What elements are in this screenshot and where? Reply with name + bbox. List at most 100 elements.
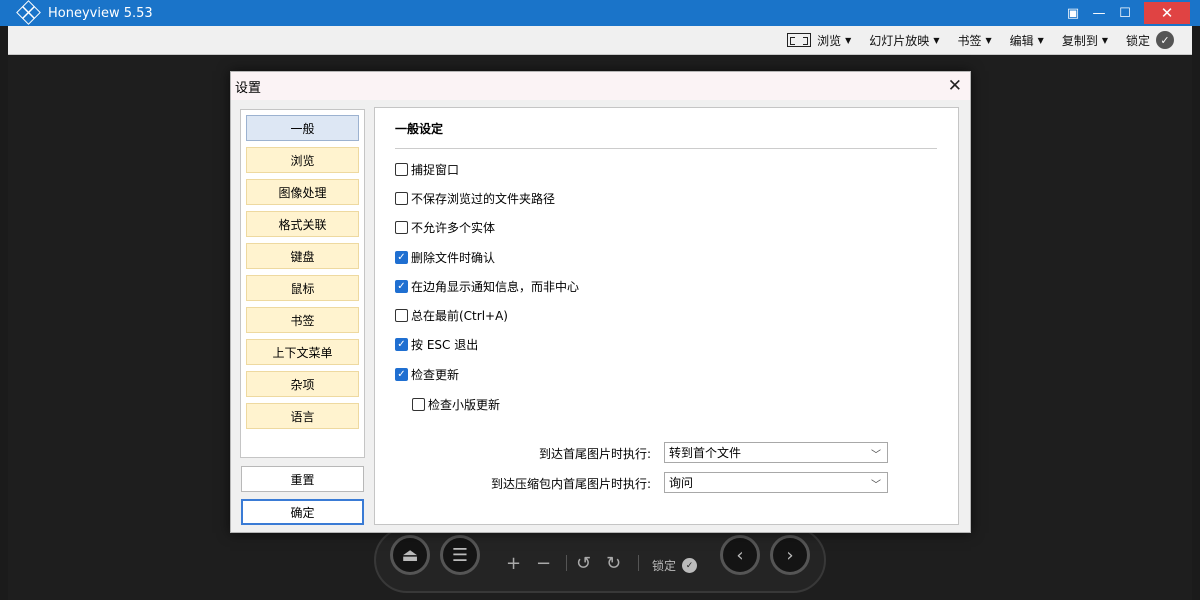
fullscreen-icon[interactable]: ▣: [1060, 0, 1086, 26]
checkbox[interactable]: [395, 192, 408, 205]
nav-general[interactable]: 一般: [246, 115, 359, 141]
maximize-button[interactable]: ☐: [1112, 0, 1138, 26]
checkbox[interactable]: [395, 163, 408, 176]
nav-label: 上下文菜单: [272, 345, 333, 360]
rotate-right-icon[interactable]: ↻: [606, 553, 621, 574]
toolbar-browse-menu[interactable]: 浏览 ▼: [787, 32, 851, 49]
end-of-archive-select[interactable]: 询问 ﹀: [664, 472, 888, 493]
checkbox[interactable]: [395, 309, 408, 322]
fit-window-icon: [787, 33, 812, 47]
option-label: 检查更新: [411, 368, 460, 382]
nav-label: 图像处理: [278, 185, 327, 200]
option-label: 删除文件时确认: [411, 251, 496, 265]
nav-label: 杂项: [290, 377, 315, 392]
toolbar-bookmark-label: 书签: [957, 33, 982, 48]
separator: [638, 555, 639, 571]
checkbox-checked[interactable]: ✓: [395, 251, 408, 264]
toolbar-edit-label: 编辑: [1009, 33, 1034, 48]
dialog-titlebar: 设置 ✕: [231, 72, 970, 100]
zoom-in-icon[interactable]: +: [506, 553, 521, 574]
nav-file-association[interactable]: 格式关联: [246, 211, 359, 237]
option-corner-notifications[interactable]: ✓ 在边角显示通知信息，而非中心: [395, 278, 579, 295]
checkbox-checked[interactable]: ✓: [395, 368, 408, 381]
section-divider: [395, 148, 937, 149]
dropdown-caret-icon: ▼: [845, 35, 852, 45]
controller-lock-label: 锁定: [652, 559, 677, 573]
eject-icon[interactable]: ⏏: [390, 535, 430, 575]
checkbox-checked[interactable]: ✓: [395, 338, 408, 351]
nav-bookmarks[interactable]: 书签: [246, 307, 359, 333]
checkbox[interactable]: [395, 221, 408, 234]
toolbar-copyto-label: 复制到: [1061, 33, 1098, 48]
dialog-close-icon[interactable]: ✕: [948, 76, 962, 96]
chevron-down-icon: ﹀: [871, 450, 881, 461]
checkbox-checked[interactable]: ✓: [395, 280, 408, 293]
rotate-left-icon[interactable]: ↺: [576, 553, 591, 574]
dropdown-caret-icon: ▼: [985, 35, 992, 45]
bottom-controller: ⏏ ☰ + − ↺ ↻ 锁定 ✓ ‹ ›: [374, 527, 826, 593]
toolbar-browse-label: 浏览: [817, 33, 842, 48]
toolbar-lock-button[interactable]: 锁定 ✓: [1126, 31, 1174, 49]
nav-label: 浏览: [290, 153, 315, 168]
nav-context-menu[interactable]: 上下文菜单: [246, 339, 359, 365]
window-controls: ▣ — ☐ ✕: [1060, 0, 1200, 26]
option-confirm-delete[interactable]: ✓ 删除文件时确认: [395, 249, 495, 266]
reset-label: 重置: [290, 472, 315, 487]
nav-label: 鼠标: [290, 281, 315, 296]
ok-button[interactable]: 确定: [241, 499, 364, 525]
previous-icon[interactable]: ‹: [720, 535, 760, 575]
nav-browse[interactable]: 浏览: [246, 147, 359, 173]
option-single-instance[interactable]: 不允许多个实体: [395, 219, 495, 236]
title-bar: Honeyview 5.53 ▣ — ☐ ✕: [0, 0, 1200, 26]
dropdown-caret-icon: ▼: [933, 35, 940, 45]
select-value: 询问: [669, 476, 694, 490]
option-always-on-top[interactable]: 总在最前(Ctrl+A): [395, 307, 508, 324]
section-title: 一般设定: [395, 122, 444, 136]
select-value: 转到首个文件: [669, 446, 742, 460]
option-check-updates[interactable]: ✓ 检查更新: [395, 366, 459, 383]
nav-label: 键盘: [290, 249, 315, 264]
option-label: 不保存浏览过的文件夹路径: [411, 192, 556, 206]
toolbar-copyto-menu[interactable]: 复制到 ▼: [1062, 32, 1108, 49]
reset-button[interactable]: 重置: [241, 466, 364, 492]
controller-lock-button[interactable]: 锁定 ✓: [652, 557, 698, 574]
toolbar: 浏览 ▼ 幻灯片放映 ▼ 书签 ▼ 编辑 ▼ 复制到 ▼ 锁定 ✓: [8, 26, 1192, 55]
ok-label: 确定: [290, 505, 315, 520]
menu-icon[interactable]: ☰: [440, 535, 480, 575]
nav-label: 语言: [290, 409, 315, 424]
toolbar-slideshow-menu[interactable]: 幻灯片放映 ▼: [869, 32, 939, 49]
end-of-folder-label: 到达首尾图片时执行:: [538, 447, 651, 461]
nav-mouse[interactable]: 鼠标: [246, 275, 359, 301]
settings-dialog: 设置 ✕ 一般 浏览 图像处理 格式关联 键盘 鼠标 书签 上下文菜单 杂项 语…: [230, 71, 971, 533]
option-label: 在边角显示通知信息，而非中心: [411, 280, 580, 294]
nav-misc[interactable]: 杂项: [246, 371, 359, 397]
nav-label: 一般: [290, 121, 315, 136]
option-label: 检查小版更新: [428, 398, 501, 412]
toolbar-edit-menu[interactable]: 编辑 ▼: [1010, 32, 1044, 49]
nav-image-processing[interactable]: 图像处理: [246, 179, 359, 205]
dialog-title: 设置: [235, 80, 262, 96]
option-no-save-folder-path[interactable]: 不保存浏览过的文件夹路径: [395, 190, 555, 207]
close-button[interactable]: ✕: [1144, 2, 1190, 24]
separator: [566, 555, 567, 571]
toolbar-lock-label: 锁定: [1125, 33, 1150, 48]
dropdown-caret-icon: ▼: [1101, 35, 1108, 45]
nav-language[interactable]: 语言: [246, 403, 359, 429]
toolbar-bookmark-menu[interactable]: 书签 ▼: [957, 32, 991, 49]
option-esc-exit[interactable]: ✓ 按 ESC 退出: [395, 336, 478, 353]
zoom-out-icon[interactable]: −: [536, 553, 551, 574]
checkbox[interactable]: [412, 398, 425, 411]
chevron-down-icon: ﹀: [871, 480, 881, 491]
nav-label: 格式关联: [278, 217, 327, 232]
nav-keyboard[interactable]: 键盘: [246, 243, 359, 269]
option-check-minor-updates[interactable]: 检查小版更新: [412, 396, 500, 413]
minimize-button[interactable]: —: [1086, 0, 1112, 26]
check-circle-icon: ✓: [1156, 31, 1174, 49]
option-label: 不允许多个实体: [411, 221, 496, 235]
end-of-folder-select[interactable]: 转到首个文件 ﹀: [664, 442, 888, 463]
app-title: Honeyview 5.53: [48, 5, 153, 21]
next-icon[interactable]: ›: [770, 535, 810, 575]
check-circle-icon: ✓: [682, 558, 698, 573]
end-of-archive-label: 到达压缩包内首尾图片时执行:: [490, 477, 651, 491]
option-snap-window[interactable]: 捕捉窗口: [395, 161, 459, 178]
